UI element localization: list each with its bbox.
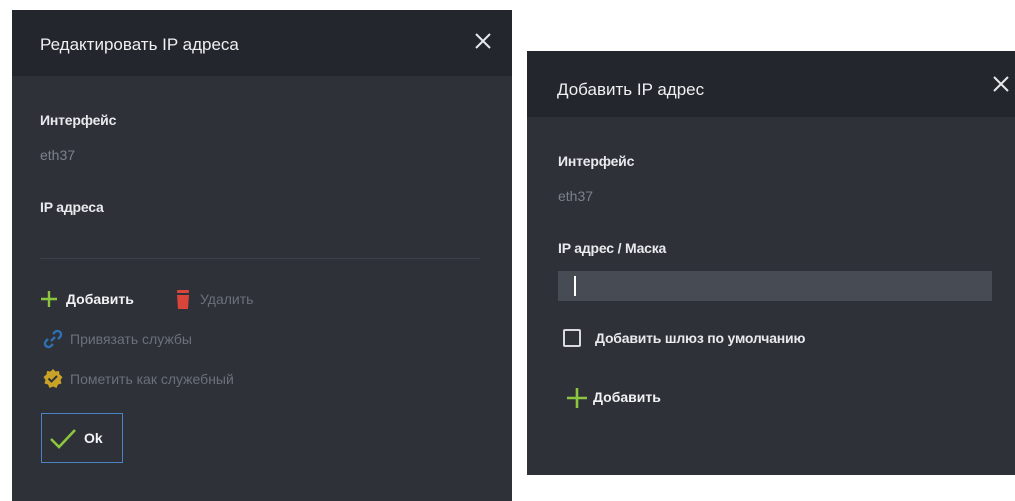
ok-button[interactable]: Ok [41, 413, 123, 463]
default-gateway-checkbox[interactable] [563, 329, 581, 347]
close-icon[interactable] [990, 73, 1012, 95]
checkmark-icon [50, 429, 76, 449]
mark-as-service-button[interactable]: Пометить как служебный [42, 368, 234, 390]
add-button-label: Добавить [66, 291, 134, 307]
add-button-label: Добавить [593, 389, 661, 405]
edit-dialog-header: Редактировать IP адреса [12, 10, 512, 76]
plus-icon [38, 288, 60, 310]
delete-button-label: Удалить [200, 291, 254, 307]
verified-badge-icon [42, 368, 64, 390]
interface-value: eth37 [558, 188, 594, 204]
interface-label: Интерфейс [558, 153, 635, 169]
interface-value: eth37 [40, 147, 76, 163]
add-button[interactable]: Добавить [38, 288, 134, 310]
add-dialog-header: Добавить IP адрес [527, 51, 1015, 117]
ip-addresses-label: IP адреса [40, 199, 104, 215]
add-button[interactable]: Добавить [565, 386, 661, 408]
bind-services-button[interactable]: Привязать службы [42, 328, 192, 350]
ok-button-label: Ok [84, 430, 103, 446]
add-dialog-title: Добавить IP адрес [557, 80, 705, 99]
plus-icon [565, 386, 587, 408]
edit-dialog-title: Редактировать IP адреса [40, 35, 239, 54]
trash-icon [172, 288, 194, 310]
divider [40, 258, 480, 259]
ip-mask-label: IP адрес / Маска [558, 240, 667, 256]
close-icon[interactable] [472, 30, 494, 52]
delete-button[interactable]: Удалить [172, 288, 253, 310]
mark-as-service-label: Пометить как служебный [70, 371, 234, 387]
edit-ip-dialog: Редактировать IP адреса Интерфейс eth37 … [12, 10, 512, 501]
interface-label: Интерфейс [40, 112, 117, 128]
text-caret [574, 276, 576, 296]
ip-mask-input[interactable] [558, 271, 992, 301]
add-ip-dialog: Добавить IP адрес Интерфейс eth37 IP адр… [527, 51, 1015, 475]
default-gateway-label[interactable]: Добавить шлюз по умолчанию [595, 330, 805, 346]
bind-services-label: Привязать службы [70, 331, 192, 347]
link-icon [42, 328, 64, 350]
